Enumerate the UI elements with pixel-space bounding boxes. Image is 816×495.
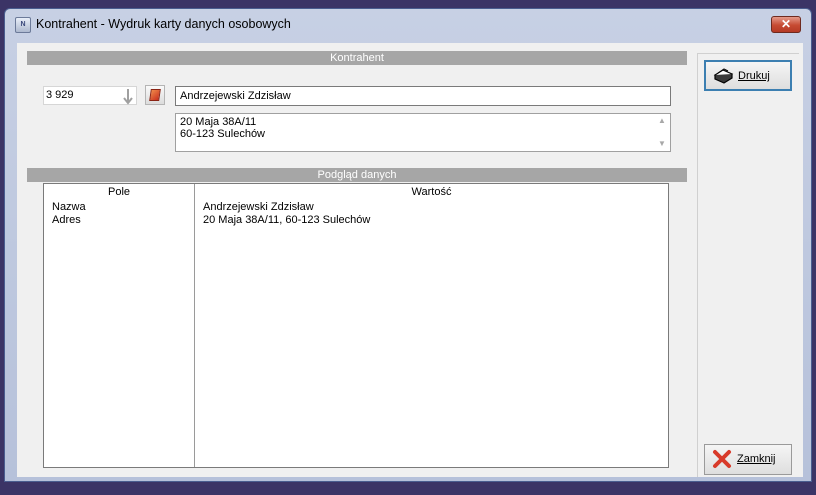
book-icon (149, 89, 161, 101)
arrow-down-icon[interactable] (122, 88, 134, 105)
app-icon: N (15, 17, 31, 33)
window-title: Kontrahent - Wydruk karty danych osobowy… (36, 17, 291, 31)
print-button[interactable]: Drukuj (704, 60, 792, 91)
scroll-up-icon[interactable]: ▲ (656, 116, 668, 126)
contractor-address-field[interactable]: 20 Maja 38A/11 60-123 Sulechów ▲ ▼ (175, 113, 671, 152)
scroll-down-icon[interactable]: ▼ (656, 139, 668, 149)
dialog-body: Kontrahent 3 929 Andrzejewski Zdzisław 2… (17, 43, 803, 477)
table-row[interactable]: Nazwa Andrzejewski Zdzisław (44, 201, 668, 213)
contractor-lookup-button[interactable] (145, 85, 165, 105)
table-row[interactable]: Adres 20 Maja 38A/11, 60-123 Sulechów (44, 214, 668, 226)
title-bar[interactable]: N Kontrahent - Wydruk karty danych osobo… (5, 9, 811, 39)
printer-icon (713, 68, 734, 84)
action-panel: Drukuj Zamknij (697, 53, 799, 477)
column-header-value[interactable]: Wartość (195, 186, 668, 198)
print-button-label: Drukuj (738, 70, 770, 82)
cell-field: Nazwa (52, 201, 86, 213)
data-preview-grid[interactable]: Pole Wartość Nazwa Andrzejewski Zdzisław… (43, 183, 669, 468)
window-close-button[interactable]: ✕ (771, 16, 801, 33)
close-button-label: Zamknij (737, 453, 776, 465)
close-button[interactable]: Zamknij (704, 444, 792, 475)
address-line-2: 60-123 Sulechów (180, 128, 266, 140)
close-x-icon (713, 450, 731, 468)
cell-value: 20 Maja 38A/11, 60-123 Sulechów (203, 214, 371, 226)
contractor-name-field[interactable]: Andrzejewski Zdzisław (175, 86, 671, 106)
section-header-contractor: Kontrahent (27, 51, 687, 65)
address-line-1: 20 Maja 38A/11 (180, 116, 257, 128)
dialog-window: N Kontrahent - Wydruk karty danych osobo… (4, 8, 812, 482)
cell-field: Adres (52, 214, 81, 226)
address-scrollbar[interactable]: ▲ ▼ (656, 116, 668, 149)
column-header-field[interactable]: Pole (44, 186, 194, 198)
cell-value: Andrzejewski Zdzisław (203, 201, 314, 213)
column-divider[interactable] (194, 184, 195, 467)
section-header-preview: Podgląd danych (27, 168, 687, 182)
